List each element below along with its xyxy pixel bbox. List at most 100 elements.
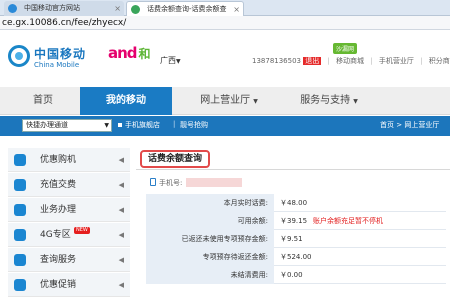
row-label: 本月实时话费: bbox=[146, 194, 274, 212]
row-value: ￥0.00 bbox=[280, 266, 303, 284]
sidebar-item-4g[interactable]: 4G专区 NEW ◀ bbox=[8, 223, 130, 247]
phone-cart-icon bbox=[14, 154, 26, 166]
site-favicon-icon bbox=[131, 5, 140, 14]
sidebar-item-phone-deals[interactable]: 优惠购机 ◀ bbox=[8, 148, 130, 172]
sidebar-item-label: 业务办理 bbox=[40, 205, 77, 215]
and-logo-he: 和 bbox=[138, 47, 151, 61]
amount: ￥524.00 bbox=[280, 253, 312, 261]
chevron-down-icon: ▼ bbox=[253, 98, 258, 105]
divider: | bbox=[327, 57, 330, 65]
section-header: 话费余额查询 bbox=[136, 148, 450, 170]
region-selector[interactable]: 广西▼ bbox=[160, 55, 181, 66]
divider: | bbox=[370, 57, 373, 65]
new-badge: NEW bbox=[74, 227, 90, 234]
tab-title: 中国移动官方网站 bbox=[24, 4, 80, 12]
bullet-icon bbox=[118, 123, 122, 127]
and-logo-text: and bbox=[108, 44, 138, 62]
business-icon bbox=[14, 204, 26, 216]
link-mobile-mall[interactable]: 移动商城 bbox=[336, 57, 364, 65]
user-phone: 13878136503 bbox=[252, 57, 301, 65]
balance-table: 本月实时话费: ￥48.00 可用余额: ￥39.15 账户余额充足暂不停机 已返… bbox=[146, 194, 446, 284]
sidebar-item-label: 充值交费 bbox=[40, 180, 77, 190]
region-label: 广西 bbox=[160, 56, 176, 65]
site-favicon-icon bbox=[8, 4, 17, 13]
row-value: ￥48.00 bbox=[280, 194, 307, 212]
sidebar-item-business[interactable]: 业务办理 ◀ bbox=[8, 198, 130, 222]
nav-service-support-label: 服务与支持 bbox=[300, 95, 351, 106]
4g-icon bbox=[14, 229, 26, 241]
search-service-icon bbox=[14, 254, 26, 266]
sidebar: 优惠购机 ◀ 充值交费 ◀ 业务办理 ◀ 4G专区 NEW ◀ 查询服务 ◀ 优… bbox=[0, 140, 130, 300]
sidebar-item-label: 优惠促销 bbox=[40, 280, 77, 290]
promo-badge[interactable]: 沙漏网 bbox=[333, 43, 358, 54]
nav-home[interactable]: 首页 bbox=[22, 87, 64, 115]
link-number-grab[interactable]: 靓号抢购 bbox=[180, 120, 208, 130]
tab-close-icon[interactable]: × bbox=[233, 2, 240, 16]
chevron-down-icon: ▼ bbox=[104, 122, 109, 129]
arrow-right-icon: ◀ bbox=[118, 206, 124, 214]
link-points-mall[interactable]: 积分商城 bbox=[429, 57, 450, 65]
tab-title: 话费余额查询-话费余额查 bbox=[147, 5, 227, 13]
quick-select-value: 快捷办理通道 bbox=[26, 121, 68, 129]
table-row: 本月实时话费: ￥48.00 bbox=[146, 194, 446, 212]
breadcrumb[interactable]: 首页 > 网上营业厅 bbox=[380, 120, 439, 130]
chevron-down-icon: ▼ bbox=[176, 58, 181, 65]
divider: | bbox=[173, 120, 176, 128]
sidebar-item-label: 查询服务 bbox=[40, 255, 77, 265]
row-label: 未结清费用: bbox=[146, 266, 274, 284]
table-row: 未结清费用: ￥0.00 bbox=[146, 266, 446, 284]
and-brand-logo[interactable]: and 和 bbox=[108, 44, 151, 62]
section-title: 话费余额查询 bbox=[140, 150, 211, 168]
top-links: 13878136503 退出 | 移动商城 | 手机营业厅 | 积分商城 bbox=[252, 56, 450, 66]
row-label: 可用余额: bbox=[146, 212, 274, 230]
link-flagship-store[interactable]: 手机旗舰店 bbox=[125, 120, 160, 130]
nav-online-hall-label: 网上营业厅 bbox=[200, 95, 251, 106]
table-row: 可用余额: ￥39.15 账户余额充足暂不停机 bbox=[146, 212, 446, 230]
address-bar[interactable]: ce.gx.10086.cn/fee/zhyecx/ bbox=[0, 16, 450, 30]
sidebar-item-label: 优惠购机 bbox=[40, 155, 77, 165]
sidebar-item-query[interactable]: 查询服务 ◀ bbox=[8, 248, 130, 272]
sidebar-item-promotion[interactable]: 优惠促销 ◀ bbox=[8, 273, 130, 297]
row-label: 专项预存待返还金额: bbox=[146, 248, 274, 266]
table-row: 专项预存待返还金额: ￥524.00 bbox=[146, 248, 446, 266]
logo-text-cn: 中国移动 bbox=[34, 47, 87, 61]
sidebar-item-recharge[interactable]: 充值交费 ◀ bbox=[8, 173, 130, 197]
arrow-right-icon: ◀ bbox=[118, 181, 124, 189]
table-row: 已返还未使用专项预存金额: ￥9.51 bbox=[146, 230, 446, 248]
arrow-right-icon: ◀ bbox=[118, 281, 124, 289]
logout-link[interactable]: 退出 bbox=[303, 57, 322, 65]
tab-close-icon[interactable]: × bbox=[114, 1, 121, 16]
redacted-phone-number bbox=[186, 178, 243, 187]
row-label: 已返还未使用专项预存金额: bbox=[146, 230, 274, 248]
amount: ￥0.00 bbox=[280, 271, 303, 279]
nav-online-hall[interactable]: 网上营业厅 ▼ bbox=[182, 87, 276, 115]
browser-tab-china-mobile[interactable]: 中国移动官方网站 × bbox=[4, 1, 124, 16]
link-mobile-hall[interactable]: 手机营业厅 bbox=[379, 57, 414, 65]
logo-text-en: China Mobile bbox=[34, 61, 80, 69]
row-value: ￥524.00 bbox=[280, 248, 312, 266]
row-value: ￥39.15 账户余额充足暂不停机 bbox=[280, 212, 383, 230]
arrow-right-icon: ◀ bbox=[118, 256, 124, 264]
amount: ￥9.51 bbox=[280, 235, 303, 243]
china-mobile-logo-icon[interactable] bbox=[8, 45, 30, 67]
promotion-icon bbox=[14, 279, 26, 291]
quick-channel-select[interactable]: 快捷办理通道 ▼ bbox=[22, 119, 112, 132]
mobile-phone-icon bbox=[150, 178, 156, 186]
sub-bar: 快捷办理通道 ▼ 手机旗舰店 | 靓号抢购 首页 > 网上营业厅 bbox=[0, 116, 450, 136]
chevron-down-icon: ▼ bbox=[353, 98, 358, 105]
main-content: 话费余额查询 手机号: 本月实时话费: ￥48.00 可用余额: ￥39.15 账… bbox=[136, 140, 450, 300]
browser-tab-balance-query[interactable]: 话费余额查询-话费余额查 × bbox=[126, 1, 244, 16]
arrow-right-icon: ◀ bbox=[118, 231, 124, 239]
browser-tab-bar: 中国移动官方网站 × 话费余额查询-话费余额查 × bbox=[0, 0, 450, 16]
amount: ￥39.15 bbox=[280, 217, 308, 225]
arrow-right-icon: ◀ bbox=[118, 156, 124, 164]
row-value: ￥9.51 bbox=[280, 230, 303, 248]
nav-service-support[interactable]: 服务与支持 ▼ bbox=[282, 87, 376, 115]
sidebar-item-label: 4G专区 bbox=[40, 230, 71, 240]
main-nav: 首页 我的移动 网上营业厅 ▼ 服务与支持 ▼ bbox=[0, 87, 450, 115]
phone-label: 手机号: bbox=[159, 179, 183, 187]
recharge-icon bbox=[14, 179, 26, 191]
phone-number-row: 手机号: bbox=[150, 178, 243, 188]
status-note: 账户余额充足暂不停机 bbox=[313, 217, 384, 225]
nav-my-mobile[interactable]: 我的移动 bbox=[80, 87, 172, 115]
